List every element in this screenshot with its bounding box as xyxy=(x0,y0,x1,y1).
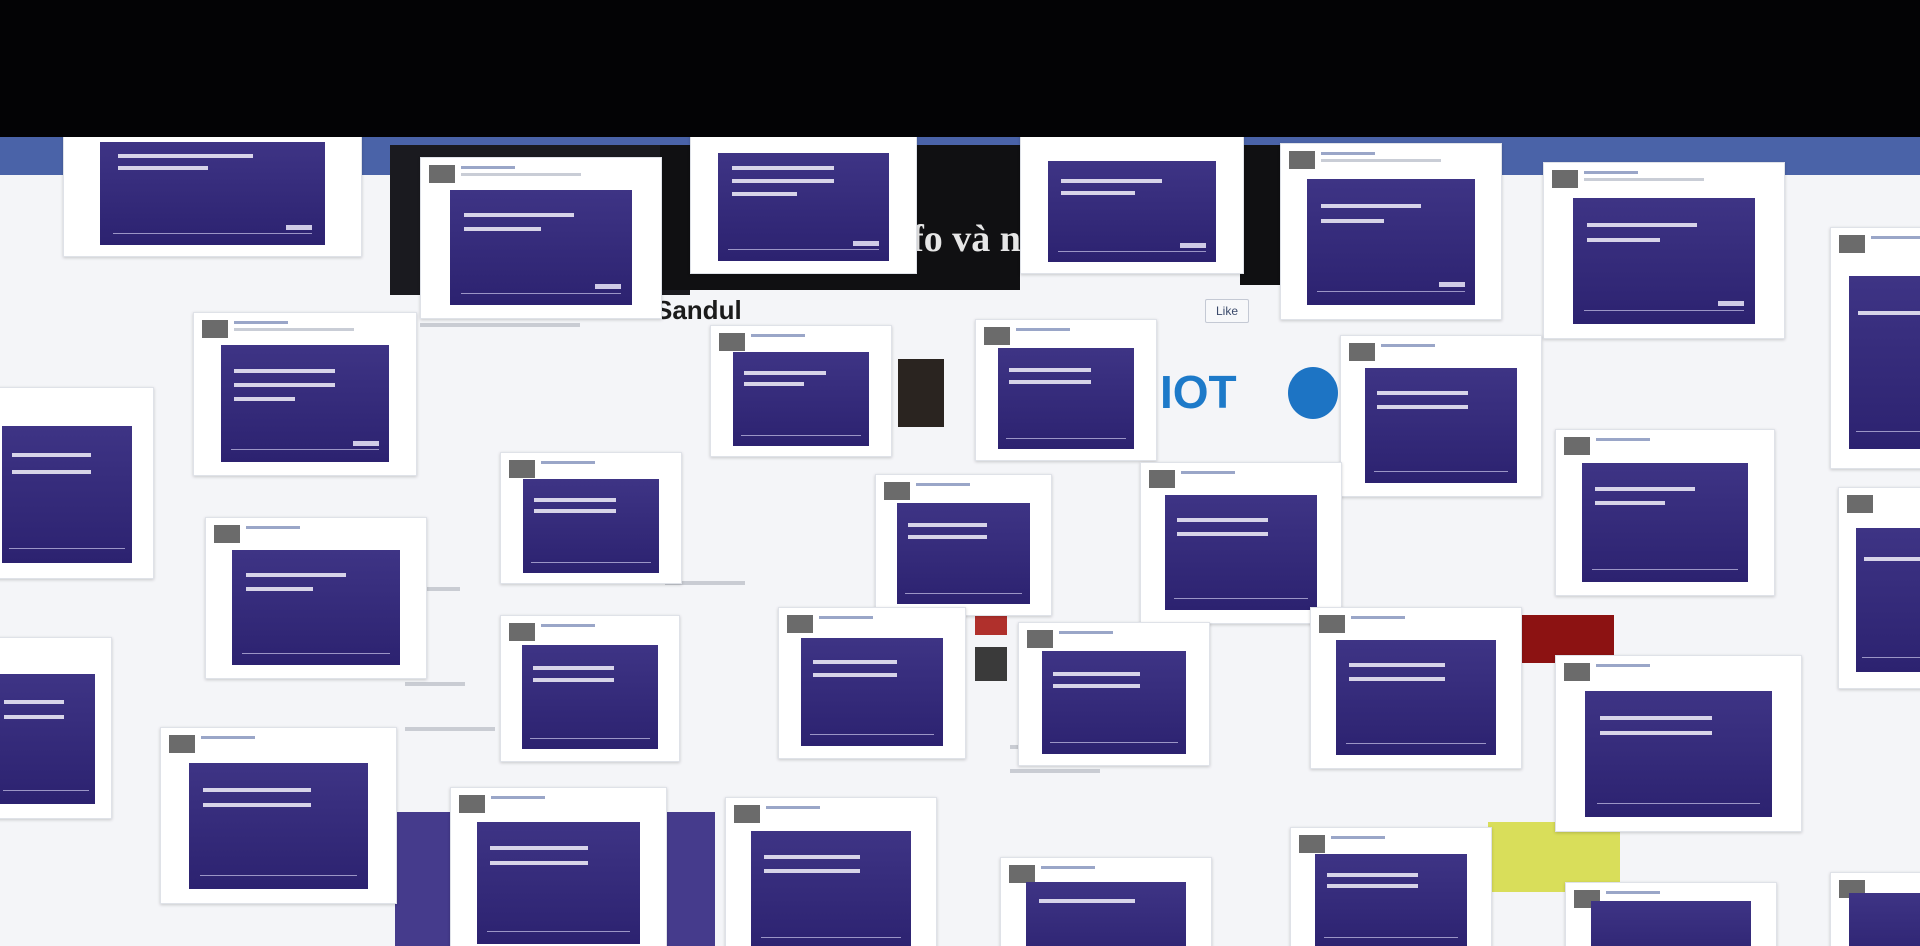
avatar xyxy=(1847,495,1873,513)
avatar xyxy=(1319,615,1345,633)
brand-logo-text: IOT xyxy=(1160,366,1237,418)
post-meta xyxy=(1584,178,1704,181)
post-author xyxy=(1331,836,1385,839)
post-card[interactable] xyxy=(690,137,917,274)
avatar xyxy=(429,165,455,183)
avatar xyxy=(734,805,760,823)
avatar xyxy=(1027,630,1053,648)
avatar xyxy=(1299,835,1325,853)
post-card[interactable] xyxy=(1310,607,1522,769)
post-card[interactable] xyxy=(0,387,154,579)
post-author xyxy=(1321,152,1375,155)
avatar xyxy=(1839,235,1865,253)
post-author xyxy=(491,796,545,799)
post-card[interactable] xyxy=(1280,143,1502,320)
post-card[interactable] xyxy=(1543,162,1785,339)
avatar xyxy=(1564,663,1590,681)
post-author xyxy=(819,616,873,619)
post-author xyxy=(766,806,820,809)
post-card[interactable] xyxy=(1020,137,1244,274)
post-card[interactable] xyxy=(160,727,397,904)
post-card[interactable] xyxy=(1018,622,1210,766)
post-card[interactable] xyxy=(193,312,417,476)
avatar xyxy=(509,623,535,641)
black-letterbox-bar xyxy=(0,0,1920,137)
post-card[interactable] xyxy=(1830,227,1920,469)
post-author xyxy=(1059,631,1113,634)
post-card[interactable] xyxy=(875,474,1052,616)
post-card[interactable] xyxy=(1838,487,1920,689)
avatar xyxy=(984,327,1010,345)
post-card[interactable] xyxy=(1565,882,1777,946)
avatar xyxy=(509,460,535,478)
post-card[interactable] xyxy=(500,615,680,762)
post-card[interactable] xyxy=(205,517,427,679)
post-card[interactable] xyxy=(500,452,682,584)
post-card[interactable] xyxy=(1340,335,1542,497)
post-card[interactable] xyxy=(975,319,1157,461)
avatar xyxy=(1552,170,1578,188)
post-card[interactable] xyxy=(1555,655,1802,832)
post-author xyxy=(541,624,595,627)
text-line xyxy=(420,323,580,327)
avatar xyxy=(1349,343,1375,361)
avatar xyxy=(202,320,228,338)
post-author xyxy=(1381,344,1435,347)
post-author xyxy=(751,334,805,337)
post-meta xyxy=(461,173,581,176)
post-card[interactable] xyxy=(1830,872,1920,946)
post-author xyxy=(541,461,595,464)
text-line xyxy=(405,727,495,731)
brand-logo-mark xyxy=(1288,367,1338,419)
post-author xyxy=(1584,171,1638,174)
avatar xyxy=(214,525,240,543)
post-card[interactable] xyxy=(63,137,362,257)
post-card[interactable] xyxy=(450,787,667,946)
post-author xyxy=(916,483,970,486)
post-author xyxy=(1871,236,1920,239)
avatar xyxy=(169,735,195,753)
post-author xyxy=(1606,891,1660,894)
avatar xyxy=(1564,437,1590,455)
post-card[interactable] xyxy=(420,157,662,319)
like-button[interactable]: Like xyxy=(1205,299,1250,323)
avatar xyxy=(719,333,745,351)
post-author xyxy=(461,166,515,169)
avatar xyxy=(884,482,910,500)
post-card[interactable] xyxy=(0,637,112,819)
background-photo xyxy=(1240,145,1280,285)
post-author xyxy=(201,736,255,739)
profile-name-fragment: Sandul xyxy=(655,295,742,325)
post-author xyxy=(1016,328,1070,331)
post-author xyxy=(1041,866,1095,869)
post-author xyxy=(1181,471,1235,474)
post-meta xyxy=(234,328,354,331)
avatar xyxy=(1289,151,1315,169)
thumbnail-icon xyxy=(975,647,1007,681)
post-card[interactable] xyxy=(725,797,937,946)
post-card[interactable] xyxy=(1000,857,1212,946)
post-card[interactable] xyxy=(710,325,892,457)
post-card[interactable] xyxy=(1555,429,1775,596)
facebook-post-collage: nfo và n Sandul IOT Like xyxy=(0,137,1920,946)
text-line xyxy=(1010,769,1100,773)
avatar xyxy=(1149,470,1175,488)
profile-photo xyxy=(898,359,944,427)
avatar xyxy=(787,615,813,633)
post-author xyxy=(1596,438,1650,441)
post-author xyxy=(234,321,288,324)
post-card[interactable] xyxy=(1290,827,1492,946)
post-meta xyxy=(1321,159,1441,162)
post-card[interactable] xyxy=(1140,462,1342,624)
avatar xyxy=(459,795,485,813)
text-line xyxy=(405,682,465,686)
post-author xyxy=(1351,616,1405,619)
post-author xyxy=(246,526,300,529)
avatar xyxy=(1009,865,1035,883)
post-card[interactable] xyxy=(778,607,966,759)
post-author xyxy=(1596,664,1650,667)
